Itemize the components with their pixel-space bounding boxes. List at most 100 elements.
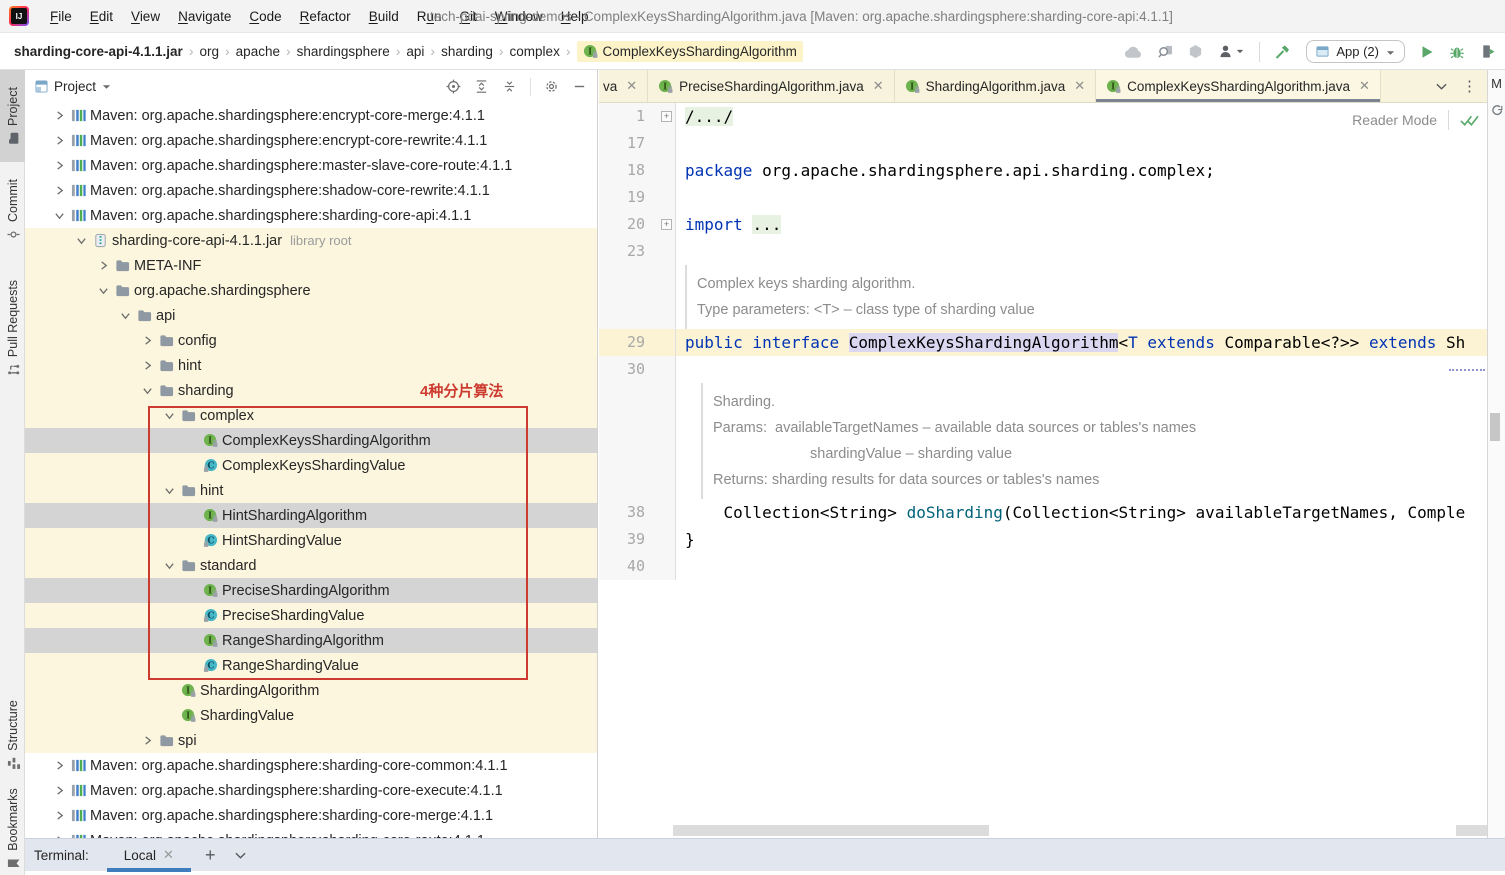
build-hammer-icon[interactable] [1275,44,1291,60]
reload-icon[interactable] [1491,105,1503,117]
tree-row[interactable]: IShardingValue [25,703,597,728]
editor-tab-shardingalgorithm-java[interactable]: IShardingAlgorithm.java✕ [895,70,1096,102]
code-line-39[interactable]: 39} [599,526,1487,553]
close-tab-icon[interactable]: ✕ [873,78,884,94]
tree-row[interactable]: Maven: org.apache.shardingsphere:shardin… [25,753,597,778]
stripe-tab-project[interactable]: Project [0,70,25,162]
search-everywhere-icon[interactable] [1158,44,1173,59]
breadcrumb-item[interactable]: complex [510,44,560,59]
tree-expand-icon[interactable] [137,335,157,346]
code-line-20[interactable]: 20+import ... [599,211,1487,238]
tree-expand-icon[interactable] [137,735,157,746]
code-editor[interactable]: Reader Mode 1+/.../1718package org.apach… [599,103,1487,838]
editor-vertical-scrollbar[interactable] [1490,413,1500,441]
tree-row[interactable]: IShardingAlgorithm [25,678,597,703]
code-line-38[interactable]: 38 Collection<String> doSharding(Collect… [599,499,1487,526]
breadcrumb-item[interactable]: sharding [441,44,493,59]
breadcrumb-item[interactable]: sharding-core-api-4.1.1.jar [14,44,183,59]
fold-marker-icon[interactable]: + [661,111,672,122]
menu-code[interactable]: Code [240,0,290,33]
tree-expand-icon[interactable] [49,135,69,146]
tree-row[interactable]: Maven: org.apache.shardingsphere:shardin… [25,203,597,228]
debug-button[interactable] [1449,44,1465,60]
tree-collapse-icon[interactable] [93,285,113,296]
breadcrumb-item[interactable]: apache [236,44,280,59]
menu-file[interactable]: File [41,0,81,33]
tree-row[interactable]: spi [25,728,597,753]
user-account-icon[interactable] [1218,44,1244,59]
tree-expand-icon[interactable] [49,160,69,171]
tree-row[interactable]: CHintShardingValue [25,528,597,553]
tree-expand-icon[interactable] [49,185,69,196]
run-button[interactable] [1420,45,1434,59]
tree-collapse-icon[interactable] [159,485,179,496]
tree-row[interactable]: Maven: org.apache.shardingsphere:encrypt… [25,103,597,128]
editor-tab-preciseshardingalgorithm-java[interactable]: IPreciseShardingAlgorithm.java✕ [648,70,895,102]
tree-row[interactable]: CComplexKeysShardingValue [25,453,597,478]
tabs-menu-icon[interactable]: ⋮ [1462,77,1477,95]
terminal-chevron-down-icon[interactable] [235,852,246,859]
tabs-chevron-down-icon[interactable] [1436,83,1447,90]
editor-tab-va[interactable]: va✕ [599,70,648,102]
plugin-hexagon-icon[interactable] [1188,44,1203,59]
tree-expand-icon[interactable] [137,360,157,371]
close-tab-icon[interactable]: ✕ [626,78,637,94]
tree-row[interactable]: IRangeShardingAlgorithm [25,628,597,653]
tree-row[interactable]: Maven: org.apache.shardingsphere:encrypt… [25,128,597,153]
inspections-ok-icon[interactable] [1460,113,1479,127]
code-line-30[interactable]: 30 [599,356,1487,383]
editor-horizontal-scrollbar[interactable] [673,825,989,836]
locate-file-icon[interactable] [446,79,461,94]
tree-row[interactable]: Maven: org.apache.shardingsphere:shardin… [25,778,597,803]
breadcrumb-item[interactable]: shardingsphere [297,44,390,59]
menu-edit[interactable]: Edit [81,0,122,33]
tree-row[interactable]: IPreciseShardingAlgorithm [25,578,597,603]
close-tab-icon[interactable]: ✕ [1359,78,1370,94]
close-tab-icon[interactable]: ✕ [1074,78,1085,94]
stripe-tab-structure[interactable]: Structure [0,687,25,783]
tree-row[interactable]: sharding4种分片算法 [25,378,597,403]
tree-row[interactable]: CRangeShardingValue [25,653,597,678]
profiler-icon[interactable] [1480,44,1495,59]
tree-expand-icon[interactable] [49,110,69,121]
tree-row[interactable]: hint [25,478,597,503]
tree-row[interactable]: config [25,328,597,353]
close-icon[interactable]: ✕ [163,847,174,863]
tree-row[interactable]: complex [25,403,597,428]
tree-row[interactable]: Maven: org.apache.shardingsphere:shadow-… [25,178,597,203]
tree-row[interactable]: api [25,303,597,328]
breadcrumb-item[interactable]: org [199,44,219,59]
new-terminal-button[interactable]: + [205,846,216,864]
tree-row[interactable]: Maven: org.apache.shardingsphere:shardin… [25,828,597,838]
tree-collapse-icon[interactable] [115,310,135,321]
tree-collapse-icon[interactable] [71,235,91,246]
hide-panel-icon[interactable] [572,79,587,94]
tree-collapse-icon[interactable] [49,210,69,221]
menu-view[interactable]: View [122,0,169,33]
maven-stripe-label[interactable]: M [1491,76,1502,91]
tree-expand-icon[interactable] [49,785,69,796]
tree-row[interactable]: sharding-core-api-4.1.1.jarlibrary root [25,228,597,253]
code-line-23[interactable]: 23 [599,238,1487,265]
code-line-40[interactable]: 40 [599,553,1487,580]
chevron-down-icon[interactable] [102,84,111,90]
run-configuration-select[interactable]: App (2) [1306,40,1405,63]
tree-collapse-icon[interactable] [137,385,157,396]
tree-row[interactable]: org.apache.shardingsphere [25,278,597,303]
breadcrumb-item[interactable]: api [406,44,424,59]
expand-all-icon[interactable] [474,79,489,94]
fold-marker-icon[interactable]: + [661,219,672,230]
project-panel-title[interactable]: Project [54,79,96,94]
tree-expand-icon[interactable] [49,810,69,821]
tree-row[interactable]: IHintShardingAlgorithm [25,503,597,528]
stripe-tab-commit[interactable]: Commit [0,162,25,257]
settings-gear-icon[interactable] [544,79,559,94]
code-line-18[interactable]: 18package org.apache.shardingsphere.api.… [599,157,1487,184]
code-line-19[interactable]: 19 [599,184,1487,211]
menu-build[interactable]: Build [360,0,408,33]
tree-row[interactable]: IComplexKeysShardingAlgorithm [25,428,597,453]
collapse-all-icon[interactable] [502,79,517,94]
tree-row[interactable]: Maven: org.apache.shardingsphere:shardin… [25,803,597,828]
terminal-label[interactable]: Terminal: [34,848,89,863]
menu-refactor[interactable]: Refactor [291,0,360,33]
